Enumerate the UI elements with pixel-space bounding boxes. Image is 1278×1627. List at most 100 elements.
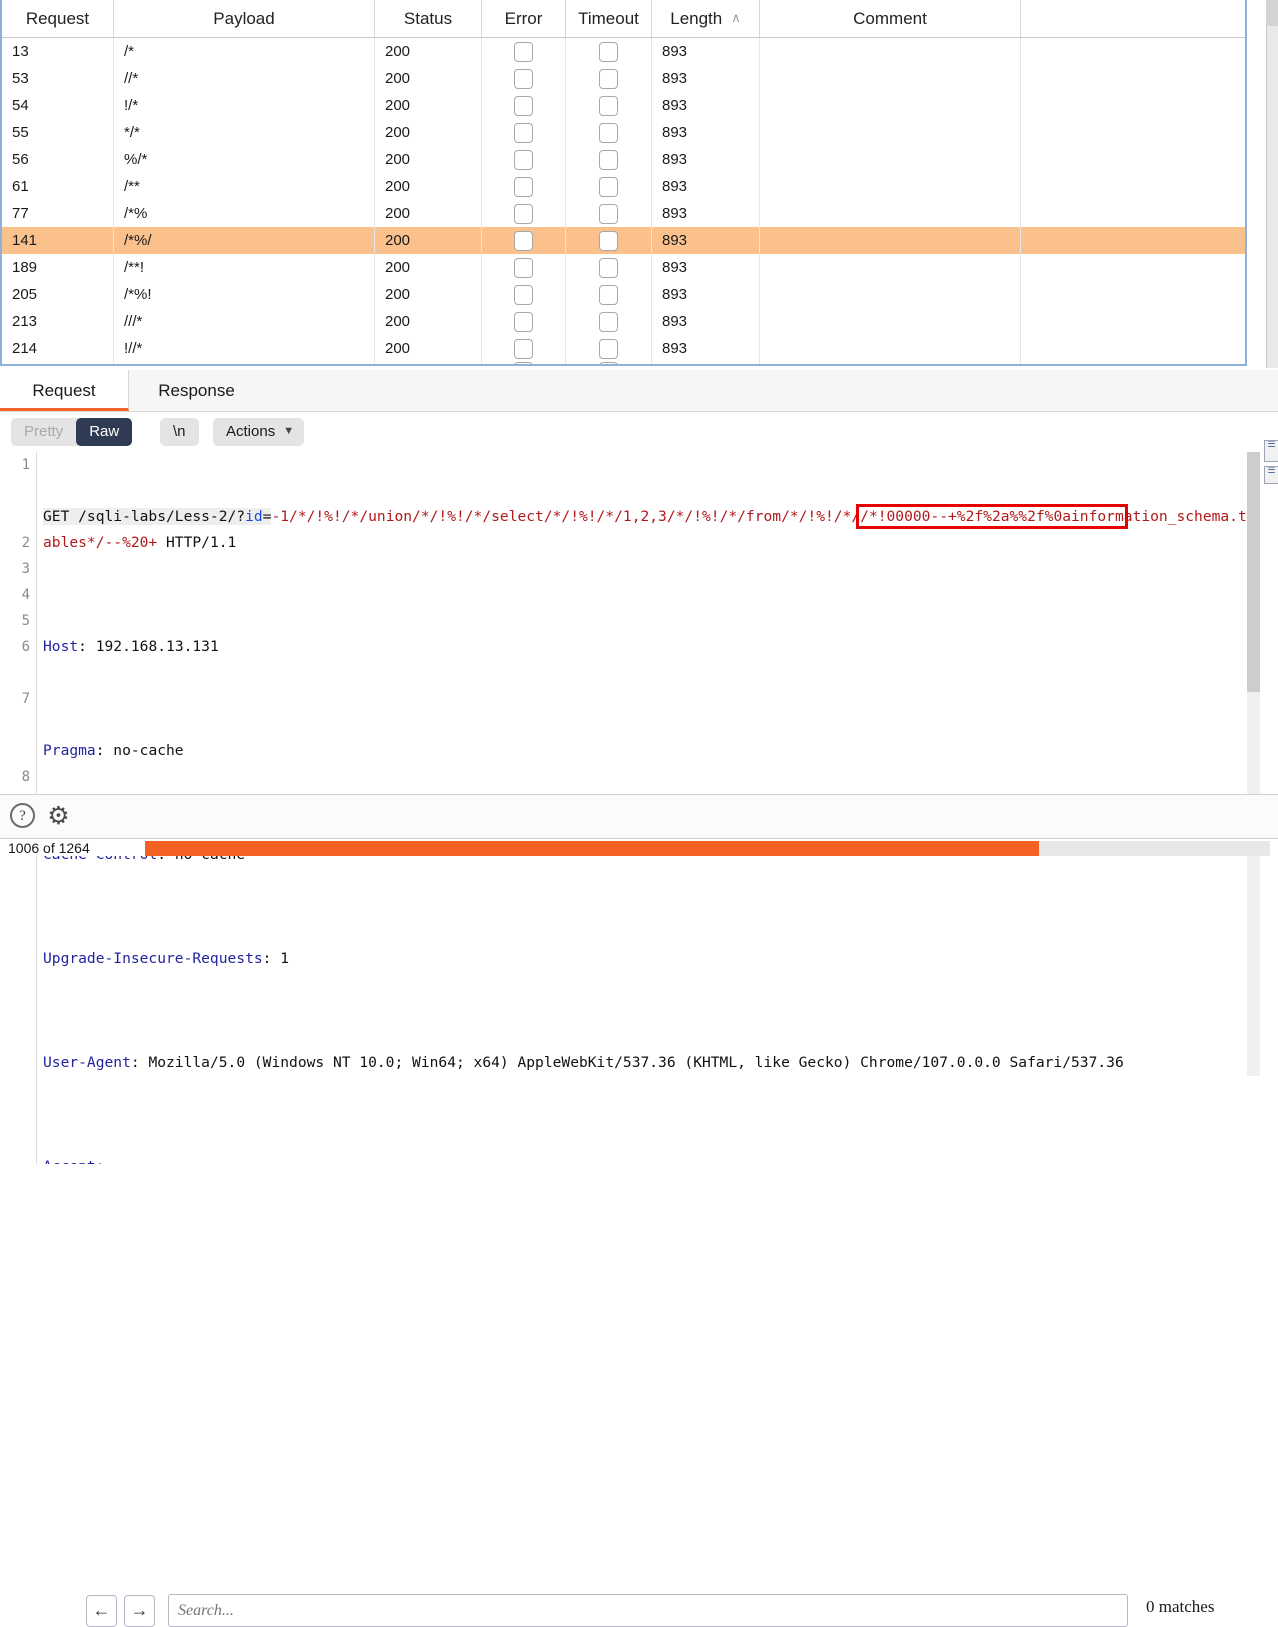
checkbox-icon[interactable] <box>514 203 533 224</box>
checkbox-icon[interactable] <box>514 257 533 278</box>
help-button[interactable]: ? <box>10 803 36 829</box>
cell-error[interactable] <box>481 227 566 254</box>
cell-timeout[interactable] <box>565 335 652 362</box>
column-header-request[interactable]: Request <box>2 0 114 38</box>
table-row[interactable]: 55 */* 200 893 <box>2 119 1245 146</box>
table-row[interactable]: 213///* 200 893 <box>2 308 1245 335</box>
cell-error[interactable] <box>481 335 566 362</box>
cell-request: 55 <box>2 119 114 146</box>
table-row[interactable]: 205/*%! 200 893 <box>2 281 1245 308</box>
results-table[interactable]: Request Payload Status Error Timeout Len… <box>2 0 1245 364</box>
raw-view-button[interactable]: Raw <box>76 418 133 446</box>
cell-length: 893 <box>651 92 760 119</box>
column-header-error[interactable]: Error <box>481 0 566 38</box>
editor-scrollbar-thumb[interactable] <box>1247 452 1260 692</box>
header-colon: : <box>130 1054 140 1071</box>
checkbox-icon[interactable] <box>514 338 533 359</box>
clipped-edge-widget-second[interactable]: ☰ <box>1264 466 1278 484</box>
cell-error[interactable] <box>481 308 566 335</box>
cell-timeout[interactable] <box>565 92 652 119</box>
table-row[interactable]: 56 %/* 200 893 <box>2 146 1245 173</box>
tab-response[interactable]: Response <box>129 370 264 411</box>
checkbox-icon[interactable] <box>514 68 533 89</box>
panel-splitter-handle[interactable]: ● ● ● <box>0 366 1247 368</box>
column-label-comment: Comment <box>853 8 927 28</box>
checkbox-icon[interactable] <box>514 230 533 251</box>
checkbox-icon[interactable] <box>514 41 533 62</box>
request-header-line: Host: 192.168.13.131 <box>43 634 1247 660</box>
newline-toggle-button[interactable]: \n <box>160 418 199 446</box>
checkbox-icon[interactable] <box>599 257 618 278</box>
column-header-length[interactable]: Length ∧ <box>651 0 760 38</box>
cell-timeout[interactable] <box>565 119 652 146</box>
cell-error[interactable] <box>481 281 566 308</box>
tab-request[interactable]: Request <box>0 370 129 411</box>
checkbox-icon[interactable] <box>599 230 618 251</box>
request-line-1: GET /sqli-labs/Less-2/?id=-1/*/!%!/*/uni… <box>43 504 1247 556</box>
table-row[interactable]: 214 !//* 200 893 <box>2 335 1245 362</box>
table-row[interactable]: 77/*% 200 893 <box>2 200 1245 227</box>
checkbox-icon[interactable] <box>599 284 618 305</box>
cell-error[interactable] <box>481 65 566 92</box>
pretty-view-button[interactable]: Pretty <box>11 418 76 446</box>
cell-timeout[interactable] <box>565 146 652 173</box>
clipped-edge-widget-top[interactable]: ☰ <box>1264 440 1278 462</box>
search-next-button[interactable]: → <box>124 1595 155 1627</box>
sort-ascending-icon[interactable]: ∧ <box>731 10 741 26</box>
results-table-container[interactable]: Request Payload Status Error Timeout Len… <box>0 0 1247 366</box>
results-table-body[interactable]: 13/* 200 893 53//* 200 893 54 !/* 200 893 55 */* 200… <box>2 37 1245 364</box>
search-input[interactable] <box>168 1594 1128 1627</box>
column-header-comment[interactable]: Comment <box>759 0 1021 38</box>
cell-error[interactable] <box>481 146 566 173</box>
column-header-status[interactable]: Status <box>374 0 482 38</box>
checkbox-icon[interactable] <box>599 203 618 224</box>
checkbox-icon[interactable] <box>514 95 533 116</box>
cell-timeout[interactable] <box>565 308 652 335</box>
cell-error[interactable] <box>481 119 566 146</box>
table-row[interactable]: 54 !/* 200 893 <box>2 92 1245 119</box>
cell-error[interactable] <box>481 173 566 200</box>
cell-timeout[interactable] <box>565 65 652 92</box>
editor-vertical-scrollbar[interactable] <box>1247 452 1260 1076</box>
cell-error[interactable] <box>481 37 566 65</box>
actions-menu-button[interactable]: Actions ▼ <box>213 418 305 446</box>
table-row[interactable]: 13/* 200 893 <box>2 37 1245 65</box>
results-scrollbar-thumb[interactable] <box>1266 0 1278 26</box>
header-name-pragma: Pragma <box>43 742 96 759</box>
checkbox-icon[interactable] <box>514 149 533 170</box>
cell-timeout[interactable] <box>565 173 652 200</box>
cell-timeout[interactable] <box>565 37 652 65</box>
checkbox-icon[interactable] <box>599 176 618 197</box>
cell-timeout[interactable] <box>565 227 652 254</box>
checkbox-icon[interactable] <box>514 176 533 197</box>
cell-error[interactable] <box>481 200 566 227</box>
checkbox-icon[interactable] <box>599 311 618 332</box>
view-mode-toggle-group[interactable]: Pretty Raw <box>11 418 133 446</box>
cell-filler <box>1020 173 1245 200</box>
checkbox-icon[interactable] <box>599 149 618 170</box>
cell-error[interactable] <box>481 254 566 281</box>
checkbox-icon[interactable] <box>514 122 533 143</box>
checkbox-icon[interactable] <box>599 338 618 359</box>
table-row[interactable]: 61/** 200 893 <box>2 173 1245 200</box>
settings-button[interactable]: ⚙ <box>46 803 72 829</box>
table-row[interactable]: 189/**! 200 893 <box>2 254 1245 281</box>
header-name-user-agent: User-Agent <box>43 1054 131 1071</box>
checkbox-icon[interactable] <box>599 68 618 89</box>
column-header-timeout[interactable]: Timeout <box>565 0 652 38</box>
search-prev-button[interactable]: ← <box>86 1595 117 1627</box>
checkbox-icon[interactable] <box>514 311 533 332</box>
checkbox-icon[interactable] <box>599 95 618 116</box>
cell-timeout[interactable] <box>565 281 652 308</box>
tab-response-label: Response <box>158 381 235 400</box>
cell-timeout[interactable] <box>565 254 652 281</box>
table-row[interactable]: 53//* 200 893 <box>2 65 1245 92</box>
checkbox-icon[interactable] <box>599 122 618 143</box>
checkbox-icon[interactable] <box>514 284 533 305</box>
checkbox-icon[interactable] <box>599 41 618 62</box>
results-vertical-scrollbar[interactable] <box>1266 0 1278 368</box>
table-row[interactable]: 141/*%/200 893 <box>2 227 1245 254</box>
column-header-payload[interactable]: Payload <box>113 0 375 38</box>
cell-error[interactable] <box>481 92 566 119</box>
cell-timeout[interactable] <box>565 200 652 227</box>
